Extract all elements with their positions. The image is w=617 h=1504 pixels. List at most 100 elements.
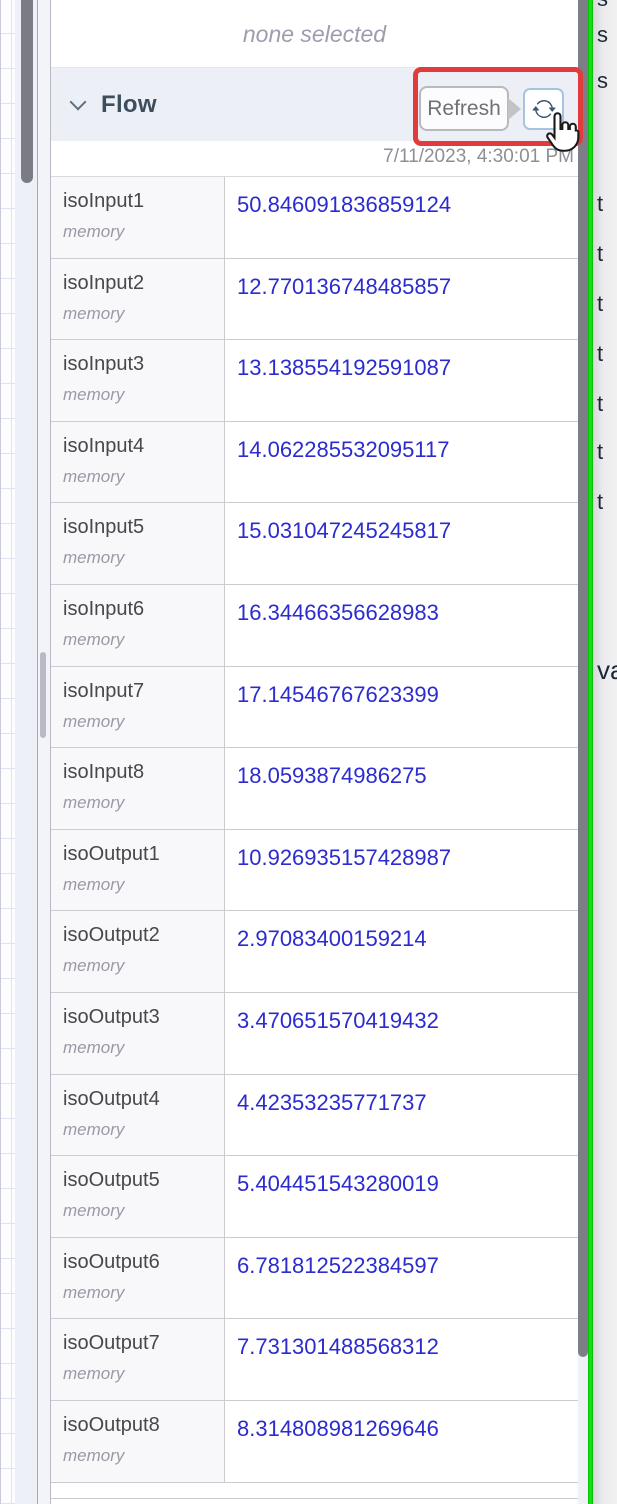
refresh-button[interactable] [523,88,564,130]
variable-name: isoInput5 [63,516,145,539]
variable-type: memory [63,385,125,405]
variable-value[interactable]: 16.34466356628983 [237,600,439,625]
table-row[interactable]: isoOutput8 memory 8.314808981269646 [51,1400,578,1483]
variable-type: memory [63,711,125,731]
variable-name-cell: isoInput5 memory [51,503,225,584]
variable-type: memory [63,956,125,976]
table-row[interactable]: isoOutput4 memory 4.42353235771737 [51,1074,578,1157]
variable-value-cell: 17.14546767623399 [225,667,578,748]
variable-name-cell: isoInput8 memory [51,748,225,829]
table-row[interactable]: isoInput8 memory 18.0593874986275 [51,748,578,830]
panel-scrollbar-thumb[interactable] [40,652,46,738]
refresh-tooltip: Refresh [419,86,521,131]
tooltip-arrow [508,97,521,120]
table-row[interactable]: isoInput5 memory 15.031047245245817 [51,503,578,585]
left-gutter [15,0,37,1504]
variable-name-cell: isoInput2 memory [51,258,225,340]
variable-type: memory [63,793,125,813]
variable-value[interactable]: 18.0593874986275 [237,763,427,788]
variable-type: memory [63,1201,125,1221]
variable-name: isoInput2 [63,271,145,294]
table-row[interactable]: isoOutput6 memory 6.781812522384597 [51,1237,578,1320]
variable-value[interactable]: 7.731301488568312 [237,1334,439,1359]
table-row[interactable]: isoInput3 memory 13.138554192591087 [51,340,578,422]
variable-name-cell: isoInput3 memory [51,340,225,421]
table-row[interactable]: isoInput6 memory 16.34466356628983 [51,584,578,667]
variable-value[interactable]: 50.846091836859124 [237,192,451,217]
variable-value-cell: 10.926935157428987 [225,830,578,911]
variable-name-cell: isoOutput2 memory [51,911,225,992]
flow-section-title: Flow [101,90,157,118]
variable-name-cell: isoOutput3 memory [51,992,225,1074]
timestamp-row: 7/11/2023, 4:30:01 PM [51,141,578,177]
table-row[interactable]: isoInput4 memory 14.062285532095117 [51,421,578,504]
variable-type: memory [63,303,125,323]
variable-name-cell: isoOutput8 memory [51,1400,225,1482]
variable-type: memory [63,1119,125,1139]
clipped-text-fragment: s [597,0,608,12]
left-scrollbar-thumb[interactable] [21,0,33,183]
variable-name: isoOutput8 [63,1413,160,1436]
clipped-text-fragment: t [597,489,604,514]
variable-name: isoOutput7 [63,1332,160,1355]
variable-name: isoOutput3 [63,1005,160,1028]
variable-value[interactable]: 15.031047245245817 [237,518,451,543]
clipped-text-fragment: va [597,655,617,685]
flow-variable-table: isoInput1 memory 50.846091836859124 isoI… [51,177,578,1483]
variable-name-cell: isoOutput6 memory [51,1237,225,1319]
variable-name-cell: isoOutput1 memory [51,829,225,911]
variable-value[interactable]: 13.138554192591087 [237,355,451,380]
chevron-down-icon[interactable] [69,93,87,111]
variable-value-cell: 7.731301488568312 [225,1319,578,1400]
variable-value[interactable]: 12.770136748485857 [237,274,451,299]
variable-value[interactable]: 8.314808981269646 [237,1416,439,1441]
selection-status-text: none selected [51,0,578,68]
table-row[interactable]: isoOutput7 memory 7.731301488568312 [51,1319,578,1401]
details-panel: none selected Flow 7/11/2023, 4:30:01 PM… [51,0,578,1504]
table-row[interactable]: isoInput7 memory 17.14546767623399 [51,666,578,749]
variable-value[interactable]: 2.97083400159214 [237,926,427,951]
screenshot-root: none selected Flow 7/11/2023, 4:30:01 PM… [0,0,617,1504]
variable-value[interactable]: 14.062285532095117 [237,437,449,462]
variable-type: memory [63,466,125,486]
variable-type: memory [63,1037,125,1057]
variable-name: isoOutput4 [63,1087,160,1110]
clipped-text-fragment: s [597,68,608,93]
adjacent-panel-edge: ssstttttttva [593,0,617,1504]
clipped-text-fragment: t [597,241,604,266]
clipped-text-fragment: t [597,291,604,316]
table-bottom-divider [51,1498,578,1499]
clipped-text-fragment: t [597,391,604,416]
variable-value[interactable]: 4.42353235771737 [237,1090,427,1115]
variable-value-cell: 6.781812522384597 [225,1238,578,1319]
table-row[interactable]: isoInput2 memory 12.770136748485857 [51,258,578,341]
variable-value[interactable]: 3.470651570419432 [237,1008,439,1033]
refresh-timestamp: 7/11/2023, 4:30:01 PM [383,146,574,167]
variable-value[interactable]: 17.14546767623399 [237,682,439,707]
variable-name: isoOutput2 [63,924,160,947]
right-scrollbar-thumb[interactable] [578,0,588,1357]
variable-name-cell: isoInput1 memory [51,177,225,258]
table-row[interactable]: isoOutput1 memory 10.926935157428987 [51,829,578,912]
refresh-tooltip-label: Refresh [427,96,501,120]
table-row[interactable]: isoOutput2 memory 2.97083400159214 [51,911,578,993]
variable-value-cell: 14.062285532095117 [225,422,578,503]
variable-value-cell: 5.404451543280019 [225,1156,578,1237]
clipped-text-fragment: t [597,439,604,464]
variable-value[interactable]: 5.404451543280019 [237,1171,439,1196]
table-row[interactable]: isoOutput3 memory 3.470651570419432 [51,992,578,1075]
table-row[interactable]: isoInput1 memory 50.846091836859124 [51,177,578,259]
variable-name: isoOutput5 [63,1169,160,1192]
variable-type: memory [63,629,125,649]
clipped-text-fragment: s [597,22,608,47]
variable-value-cell: 4.42353235771737 [225,1075,578,1156]
variable-type: memory [63,1445,125,1465]
variable-type: memory [63,1364,125,1384]
variable-value-cell: 50.846091836859124 [225,177,578,258]
variable-value[interactable]: 10.926935157428987 [237,845,451,870]
table-row[interactable]: isoOutput5 memory 5.404451543280019 [51,1156,578,1238]
variable-type: memory [63,874,125,894]
variable-value-cell: 12.770136748485857 [225,259,578,340]
variable-value-cell: 2.97083400159214 [225,911,578,992]
variable-value[interactable]: 6.781812522384597 [237,1253,439,1278]
